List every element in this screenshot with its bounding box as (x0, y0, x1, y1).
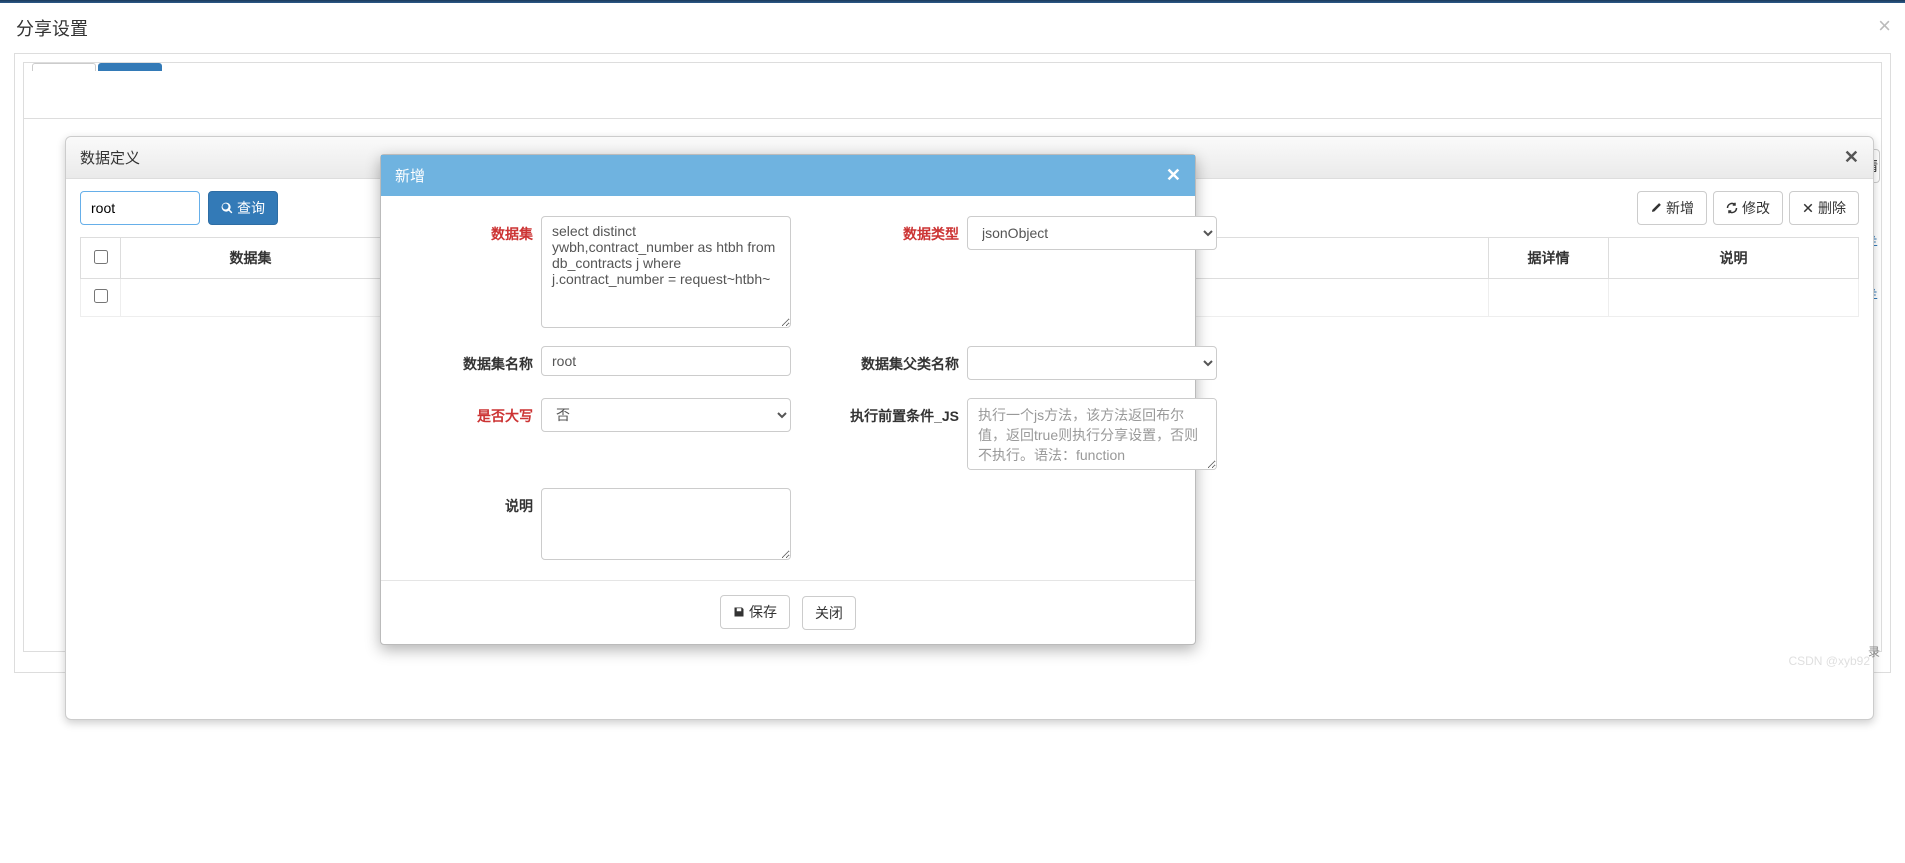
watermark: CSDN @xyb92 (1788, 654, 1870, 668)
close-icon[interactable]: ✕ (1166, 165, 1181, 186)
prejs-textarea[interactable] (967, 398, 1217, 470)
col-dataset: 数据集 (121, 238, 381, 279)
label-dataset: 数据集 (403, 216, 533, 244)
add-label: 新增 (1666, 198, 1694, 218)
col-details: 据详情 (1489, 238, 1609, 279)
label-desc: 说明 (403, 488, 533, 516)
close-button[interactable]: 关闭 (802, 596, 856, 630)
refresh-icon (1726, 202, 1738, 214)
save-label: 保存 (749, 602, 777, 622)
modal-body: 数据集 select distinct ywbh,contract_number… (381, 196, 1195, 580)
edit-button[interactable]: 修改 (1713, 191, 1783, 225)
dataset-textarea[interactable]: select distinct ywbh,contract_number as … (541, 216, 791, 328)
close-icon[interactable]: × (1878, 13, 1891, 39)
search-icon (221, 202, 233, 214)
modal-title: 新增 (395, 165, 425, 186)
label-dsname: 数据集名称 (403, 346, 533, 374)
dsname-input[interactable] (541, 346, 791, 376)
query-button[interactable]: 查询 (208, 191, 278, 225)
x-icon (1802, 202, 1814, 214)
select-all-checkbox[interactable] (94, 250, 108, 264)
label-parent: 数据集父类名称 (799, 346, 959, 374)
desc-textarea[interactable] (541, 488, 791, 560)
pencil-icon (1650, 202, 1662, 214)
page-header: 分享设置 × (0, 3, 1905, 53)
label-datatype: 数据类型 (799, 216, 959, 244)
parent-select[interactable] (967, 346, 1217, 380)
close-label: 关闭 (815, 603, 843, 623)
query-label: 查询 (237, 198, 265, 218)
inner-dialog-title: 数据定义 (80, 147, 140, 168)
tab-stub-active[interactable] (98, 63, 162, 71)
page-title: 分享设置 (16, 19, 88, 39)
save-icon (733, 606, 745, 618)
tab-stub[interactable] (32, 63, 96, 71)
search-input[interactable] (80, 191, 200, 225)
modal-header[interactable]: 新增 ✕ (381, 155, 1195, 196)
edit-label: 修改 (1742, 198, 1770, 218)
upper-select[interactable]: 否 (541, 398, 791, 432)
close-icon[interactable]: ✕ (1844, 147, 1859, 168)
add-modal: 新增 ✕ 数据集 select distinct ywbh,contract_n… (380, 154, 1196, 645)
modal-footer: 保存 关闭 (381, 580, 1195, 644)
label-prejs: 执行前置条件_JS (799, 398, 959, 426)
partial-text: 录 (1868, 643, 1880, 660)
label-upper: 是否大写 (403, 398, 533, 426)
delete-label: 删除 (1818, 198, 1846, 218)
col-desc: 说明 (1609, 238, 1859, 279)
add-button[interactable]: 新增 (1637, 191, 1707, 225)
save-button[interactable]: 保存 (720, 595, 790, 629)
row-checkbox[interactable] (94, 289, 108, 303)
datatype-select[interactable]: jsonObject (967, 216, 1217, 250)
delete-button[interactable]: 删除 (1789, 191, 1859, 225)
